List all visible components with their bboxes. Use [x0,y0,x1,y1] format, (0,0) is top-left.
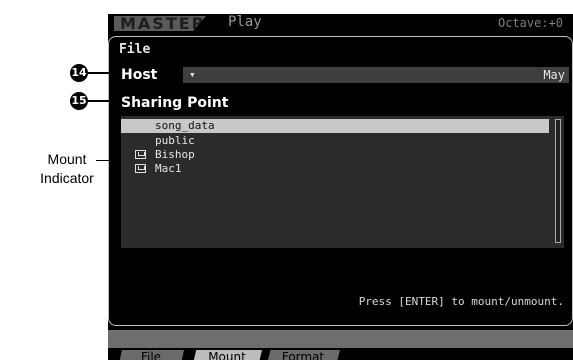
mode-tab-master: MASTER [114,16,206,31]
list-scrollbar[interactable] [555,119,561,243]
list-item[interactable]: public [121,134,549,148]
file-panel: File Host ▾ May Sharing Point song_data … [108,36,573,326]
caption-bracket [113,147,120,179]
sharing-point-label: Sharing Point [121,95,229,111]
list-item-name: Mac1 [155,162,182,175]
mount-indicator-icon [135,150,146,159]
octave-indicator: Octave:+0 [497,16,563,30]
triangle-down-icon[interactable]: ▾ [189,67,196,83]
callout-line-sharing [88,100,120,102]
tab-format[interactable]: Format [266,350,340,360]
lcd-screen: MASTER Play Octave:+0 File Host ▾ May Sh… [108,14,573,360]
mount-indicator-caption: Mount Indicator [40,151,94,186]
list-item-name: song_data [155,119,215,132]
tab-mount[interactable]: Mount [192,350,262,360]
status-message: Press [ENTER] to mount/unmount. [358,295,564,308]
list-item[interactable]: Bishop [121,148,549,162]
host-label: Host [121,67,158,83]
list-item[interactable]: Mac1 [121,162,549,176]
screen-name: Play [228,14,262,30]
tab-bar: File Mount Format [108,350,573,360]
panel-title: File [119,42,151,57]
callout-badge-host: 14 [70,64,88,82]
host-dropdown[interactable]: ▾ May [183,67,569,83]
caption-connector [96,160,112,161]
list-item-name: public [155,134,195,147]
sharing-point-list[interactable]: song_data public Bishop Mac1 [121,116,564,248]
bottom-bar [108,330,573,348]
list-item[interactable]: song_data [121,119,549,133]
callout-badge-sharing: 15 [70,92,88,110]
host-value: May [543,68,565,82]
tab-file[interactable]: File [118,350,184,360]
list-item-name: Bishop [155,148,195,161]
mount-indicator-icon [135,164,146,173]
callout-line-host [88,72,120,74]
